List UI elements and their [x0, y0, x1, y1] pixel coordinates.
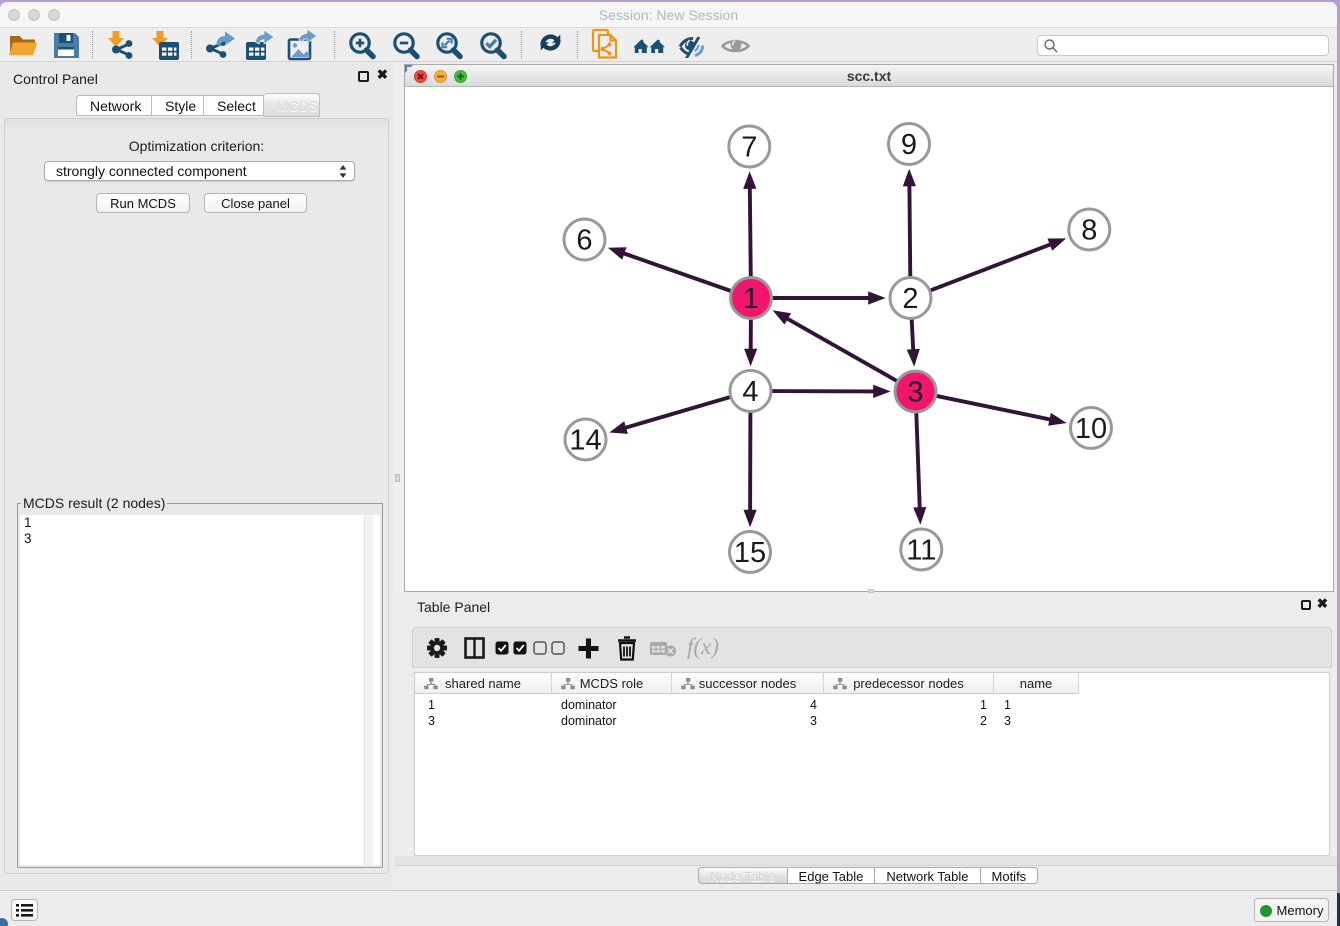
svg-text:3: 3 [907, 377, 923, 409]
svg-text:2: 2 [902, 283, 918, 315]
svg-text:1: 1 [743, 283, 759, 315]
svg-text:15: 15 [734, 537, 766, 569]
svg-text:9: 9 [901, 129, 917, 161]
svg-text:7: 7 [741, 132, 757, 164]
svg-text:11: 11 [906, 535, 936, 567]
svg-text:14: 14 [569, 425, 601, 457]
svg-text:8: 8 [1081, 215, 1097, 247]
svg-text:10: 10 [1075, 413, 1107, 445]
svg-text:6: 6 [576, 225, 592, 257]
svg-text:4: 4 [742, 376, 758, 408]
